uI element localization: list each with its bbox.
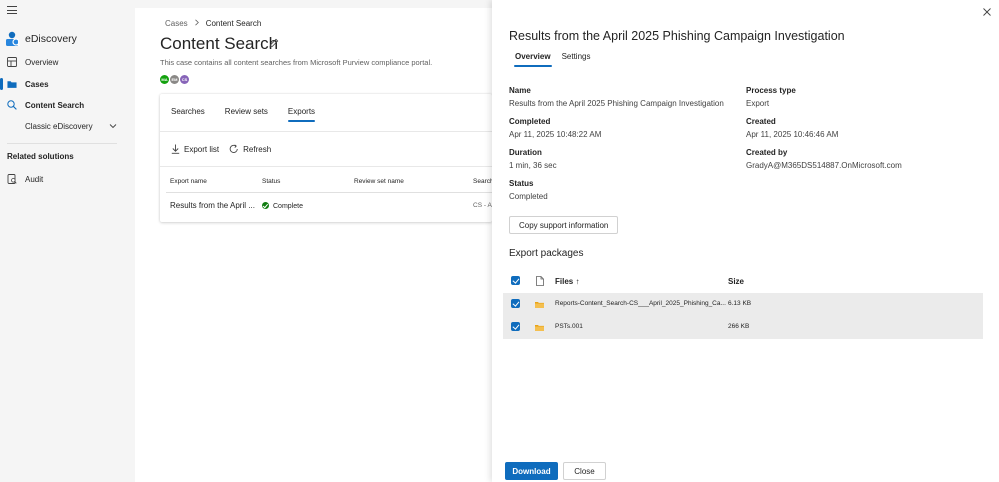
tab-exports[interactable]: Exports — [287, 107, 316, 122]
select-all-checkbox[interactable] — [511, 276, 520, 285]
breadcrumb: Cases Content Search — [165, 19, 261, 28]
main-content: Cases Content Search Content Search This… — [135, 8, 495, 482]
nav-item-label: Overview — [25, 57, 59, 67]
duration-label: Duration — [509, 148, 542, 157]
avatar[interactable]: CS — [180, 75, 189, 84]
tab-review-sets[interactable]: Review sets — [225, 107, 268, 122]
copy-support-information-button[interactable]: Copy support information — [509, 216, 619, 234]
left-nav: eDiscovery Overview Cases Content Search… — [0, 0, 135, 482]
breadcrumb-current: Content Search — [205, 19, 262, 28]
duration-value: 1 min, 36 sec — [509, 161, 557, 170]
status-label: Status — [509, 179, 534, 188]
column-header-review-set-name[interactable]: Review set name — [354, 178, 404, 185]
audit-icon — [7, 174, 17, 184]
active-indicator — [0, 78, 3, 90]
folder-icon — [535, 302, 544, 308]
refresh-button[interactable]: Refresh — [229, 144, 271, 154]
column-header-status[interactable]: Status — [262, 178, 280, 185]
created-by-label: Created by — [746, 148, 788, 157]
nav-item-content-search[interactable]: Content Search — [0, 95, 135, 115]
package-file-name: PSTs.001 — [555, 323, 583, 330]
chevron-right-icon — [194, 19, 200, 28]
export-list-label: Export list — [184, 144, 220, 154]
exports-card: Searches Review sets Exports Export list… — [160, 94, 495, 222]
cell-export-name: Results from the April ... — [170, 201, 255, 210]
panel-tab-list: Overview Settings — [514, 52, 601, 67]
tab-settings[interactable]: Settings — [562, 52, 591, 67]
page-description: This case contains all content searches … — [160, 58, 433, 67]
name-label: Name — [509, 86, 531, 95]
column-header-export-name[interactable]: Export name — [170, 178, 207, 185]
export-packages-heading: Export packages — [509, 248, 584, 259]
nav-item-audit[interactable]: Audit — [0, 169, 135, 189]
completed-label: Completed — [509, 117, 551, 126]
column-header-search[interactable]: Search — [473, 178, 494, 185]
close-icon[interactable] — [982, 7, 992, 17]
refresh-label: Refresh — [243, 144, 272, 154]
cases-icon — [7, 79, 17, 89]
export-details-panel: Results from the April 2025 Phishing Cam… — [492, 0, 999, 482]
nav-item-label: Cases — [25, 79, 49, 89]
search-icon — [7, 100, 17, 110]
cell-status: Complete — [262, 202, 303, 210]
toolbar: Export list Refresh — [171, 144, 271, 154]
app-header: eDiscovery — [4, 30, 77, 48]
avatar-group: MA EM CS — [160, 75, 189, 84]
panel-title: Results from the April 2025 Phishing Cam… — [509, 29, 845, 43]
tab-searches[interactable]: Searches — [171, 107, 205, 122]
file-icon — [536, 276, 544, 286]
chevron-down-icon[interactable] — [109, 122, 117, 132]
status-value: Completed — [509, 192, 548, 201]
tab-list: Searches Review sets Exports — [171, 107, 335, 122]
package-file-name: Reports-Content_Search-CS___April_2025_P… — [555, 300, 726, 307]
name-value: Results from the April 2025 Phishing Cam… — [509, 99, 724, 108]
status-text: Complete — [273, 203, 303, 210]
overview-icon — [7, 57, 17, 67]
created-label: Created — [746, 117, 776, 126]
divider — [160, 131, 492, 132]
tab-overview[interactable]: Overview — [514, 52, 552, 67]
edit-pencil-icon[interactable] — [269, 38, 279, 48]
nav-item-label: Content Search — [25, 100, 85, 110]
ediscovery-logo-icon — [6, 31, 20, 47]
nav-section-related-solutions: Related solutions — [7, 152, 74, 161]
divider — [160, 166, 492, 167]
check-circle-icon — [262, 202, 269, 209]
package-file-size: 6.13 KB — [728, 300, 752, 307]
close-button[interactable]: Close — [563, 462, 606, 480]
top-strip — [135, 0, 492, 8]
created-by-value: GradyA@M365DS514887.OnMicrosoft.com — [746, 161, 902, 170]
process-type-label: Process type — [746, 86, 796, 95]
packages-header-row: Files ↑ Size — [503, 270, 983, 293]
completed-value: Apr 11, 2025 10:48:22 AM — [509, 130, 602, 139]
nav-item-cases[interactable]: Cases — [0, 74, 135, 94]
app-name: eDiscovery — [25, 33, 77, 45]
nav-item-label: Audit — [25, 174, 44, 184]
package-row[interactable]: Reports-Content_Search-CS___April_2025_P… — [503, 293, 983, 316]
breadcrumb-cases[interactable]: Cases — [165, 19, 188, 28]
table-row[interactable]: Results from the April ... Complete CS -… — [160, 193, 495, 215]
page-title: Content Search — [160, 34, 279, 53]
avatar[interactable]: EM — [170, 75, 179, 84]
row-checkbox[interactable] — [511, 322, 520, 331]
row-checkbox[interactable] — [511, 299, 520, 308]
export-list-button[interactable]: Export list — [171, 144, 219, 154]
hamburger-menu-icon[interactable] — [7, 6, 17, 14]
package-row[interactable]: PSTs.001 266 KB — [503, 316, 983, 339]
refresh-icon — [229, 144, 238, 153]
download-button[interactable]: Download — [505, 462, 558, 480]
created-value: Apr 11, 2025 10:46:46 AM — [746, 130, 839, 139]
avatar[interactable]: MA — [160, 75, 169, 84]
folder-icon — [535, 325, 544, 331]
nav-item-overview[interactable]: Overview — [0, 52, 135, 72]
nav-divider — [7, 143, 117, 144]
column-header-size[interactable]: Size — [728, 277, 744, 286]
process-type-value: Export — [746, 99, 770, 108]
nav-item-classic-ediscovery[interactable]: Classic eDiscovery — [25, 122, 93, 131]
download-icon — [171, 144, 180, 154]
package-file-size: 266 KB — [728, 323, 750, 330]
column-header-files[interactable]: Files ↑ — [555, 277, 579, 286]
